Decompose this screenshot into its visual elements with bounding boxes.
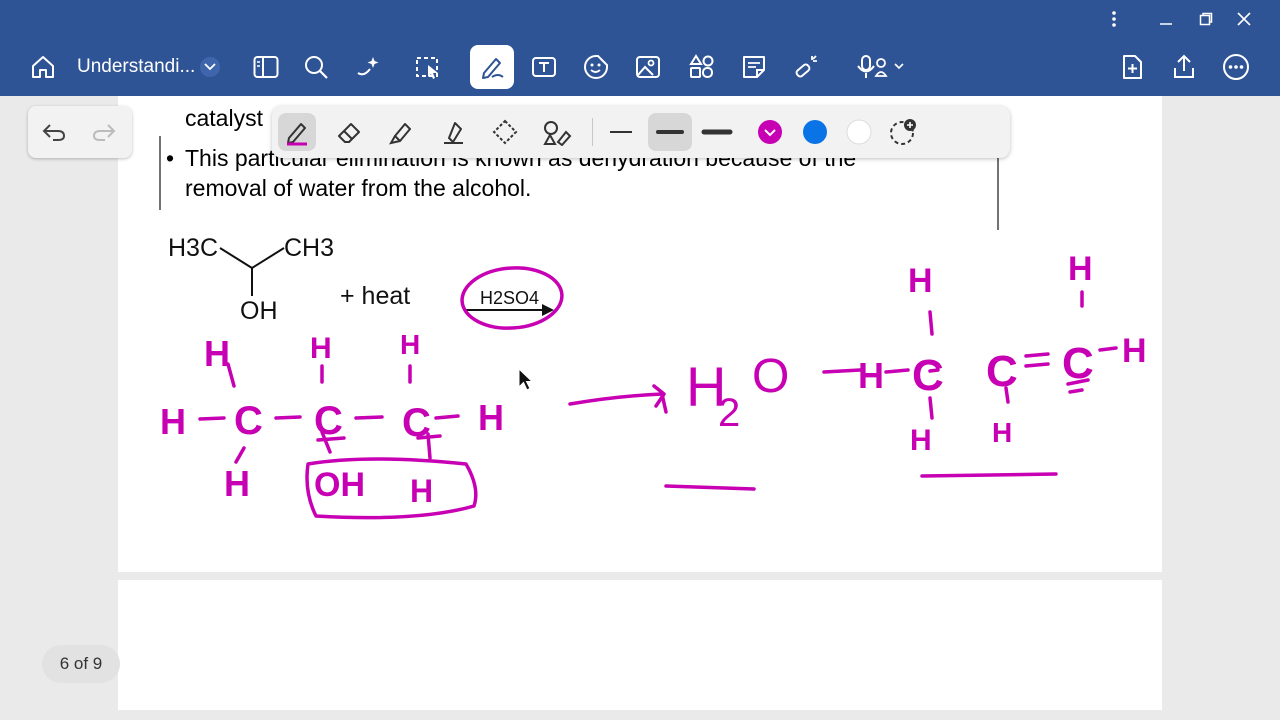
ink-bond — [884, 368, 910, 374]
ink-bond-double-bottom — [1024, 362, 1050, 368]
ai-assist-icon[interactable] — [346, 45, 390, 89]
ink-product-top-h2: H — [1068, 250, 1093, 288]
marker-icon[interactable] — [434, 113, 472, 151]
ink-bond — [274, 415, 302, 420]
title-bar — [0, 0, 1280, 38]
dictation-icon[interactable] — [852, 45, 912, 89]
ink-underline-product — [920, 472, 1058, 478]
ink-product-c1: C — [912, 351, 944, 400]
document-page-next[interactable] — [118, 580, 1162, 710]
ink-h-left: H — [160, 401, 186, 442]
stroke-medium[interactable] — [648, 113, 692, 151]
ink-bond — [822, 368, 862, 374]
ink-water-o: O — [752, 350, 789, 403]
ink-product-bottom-h1: H — [910, 424, 932, 457]
image-icon[interactable] — [626, 45, 670, 89]
ink-c3: C — [402, 401, 431, 445]
ink-c1: C — [234, 399, 263, 443]
ink-bond — [928, 396, 934, 420]
ink-product-bottom-h2: H — [992, 417, 1012, 448]
ink-bond — [1068, 388, 1084, 394]
ink-bond — [1098, 346, 1118, 352]
highlighter-icon[interactable] — [382, 113, 420, 151]
color-blue-swatch[interactable] — [796, 113, 834, 151]
ink-circled-h: H — [410, 473, 433, 509]
draw-tool-icon[interactable] — [470, 45, 514, 89]
color-white-swatch[interactable] — [840, 113, 878, 151]
ink-product-h-left: H — [858, 355, 884, 396]
ink-top-h2: H — [310, 332, 332, 365]
ink-circled-oh: OH — [314, 466, 365, 504]
sticker-icon[interactable] — [574, 45, 618, 89]
undo-icon[interactable] — [38, 116, 70, 148]
note-icon[interactable] — [732, 45, 776, 89]
stroke-thin[interactable] — [602, 113, 640, 151]
more-options-icon[interactable] — [1214, 45, 1258, 89]
ink-product-c2: C — [986, 347, 1018, 396]
select-area-icon[interactable] — [406, 45, 450, 89]
color-magenta-swatch[interactable] — [751, 113, 789, 151]
ink-bottom-h1: H — [224, 463, 250, 504]
laser-pointer-icon[interactable] — [784, 45, 828, 89]
close-icon[interactable] — [1230, 6, 1258, 32]
ink-catalyst-circle — [460, 266, 564, 330]
redo-icon[interactable] — [88, 116, 120, 148]
ink-top-h1: H — [204, 333, 230, 374]
document-title[interactable]: Understandi... — [77, 56, 195, 78]
more-vertical-icon[interactable] — [1100, 6, 1128, 32]
stroke-thick[interactable] — [698, 113, 736, 151]
lasso-icon[interactable] — [486, 113, 524, 151]
ink-c2: C — [314, 399, 343, 443]
ink-h-right: H — [478, 397, 504, 438]
ink-underline-water — [664, 484, 756, 491]
ink-top-h3: H — [400, 329, 420, 360]
add-page-icon[interactable] — [1110, 45, 1154, 89]
ink-bond — [354, 415, 384, 420]
restore-icon[interactable] — [1192, 6, 1220, 32]
ink-bond — [234, 446, 246, 464]
share-icon[interactable] — [1162, 45, 1206, 89]
home-icon[interactable] — [21, 45, 65, 89]
ink-arrow — [568, 392, 668, 414]
ink-bond — [434, 414, 460, 420]
ink-product-h-right: H — [1122, 332, 1147, 370]
ink-bond — [928, 310, 934, 336]
ink-bond — [198, 416, 226, 421]
pen-icon[interactable] — [278, 113, 316, 151]
ink-bond-double-top — [1024, 352, 1050, 358]
pen-options-panel — [272, 106, 1010, 158]
shapes-icon[interactable] — [680, 45, 724, 89]
ink-water-sub: 2 — [718, 391, 740, 435]
shape-recognition-icon[interactable] — [538, 113, 576, 151]
chevron-down-icon[interactable] — [200, 57, 220, 77]
document-page[interactable]: catalyst • This particular elimination i… — [118, 96, 1162, 572]
ink-product-c3: C — [1062, 339, 1094, 388]
sidebar-toggle-icon[interactable] — [244, 45, 288, 89]
minimize-icon[interactable] — [1152, 6, 1180, 32]
text-box-icon[interactable] — [522, 45, 566, 89]
page-indicator: 6 of 9 — [42, 645, 120, 683]
toolbar-separator — [592, 118, 593, 146]
undo-redo-panel — [28, 106, 132, 158]
ink-product-top-h1: H — [908, 262, 933, 300]
eraser-icon[interactable] — [330, 113, 368, 151]
search-icon[interactable] — [294, 45, 338, 89]
add-color-icon[interactable] — [884, 113, 922, 151]
mouse-cursor-icon — [518, 368, 534, 391]
ink-annotations: H C C C H H H H H OH H H 2 O H C C C H H… — [160, 250, 1147, 520]
